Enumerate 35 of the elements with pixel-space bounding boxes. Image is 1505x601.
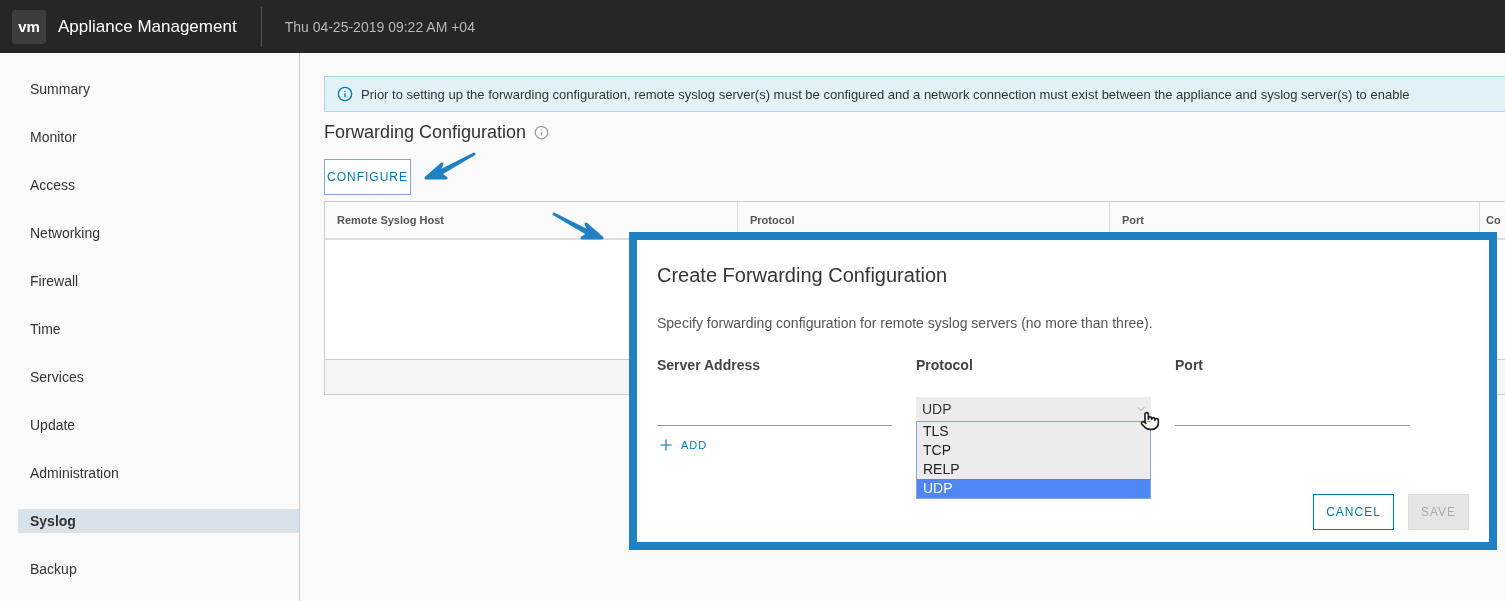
configure-button[interactable]: CONFIGURE (324, 159, 411, 195)
section-title: Forwarding Configuration (324, 122, 527, 143)
dialog-button[interactable]: CANCEL (1313, 494, 1394, 530)
sidebar-item[interactable]: Administration (18, 461, 299, 485)
add-button[interactable]: ADD (657, 436, 708, 454)
alert-text: Prior to setting up the forwarding configuration, remote syslog server(s) must be configured and a network connection must exist between the appliance and syslog server(s) to enable (361, 86, 1410, 102)
plus-icon (657, 436, 675, 454)
dropdown-option[interactable]: RELP (917, 460, 1150, 479)
sidebar-item[interactable]: Backup (18, 557, 299, 581)
sidebar-item[interactable]: Update (18, 413, 299, 437)
sidebar-item[interactable]: Monitor (18, 125, 299, 149)
sidebar-item[interactable]: Syslog (18, 509, 299, 533)
column-header: Co (1486, 214, 1501, 226)
column-header: Port (1122, 214, 1144, 226)
sidebar-item[interactable]: Summary (18, 77, 299, 101)
info-icon (337, 86, 353, 102)
sidebar-item[interactable]: Networking (18, 221, 299, 245)
dialog-description: Specify forwarding configuration for remote syslog servers (no more than three). (657, 315, 1154, 331)
dialog-title: Create Forwarding Configuration (657, 264, 949, 287)
field-label: Server Address (657, 357, 761, 375)
field-label: Protocol (916, 357, 974, 375)
protocol-select[interactable]: UDP (916, 397, 1151, 421)
sidebar-item[interactable]: Access (18, 173, 299, 197)
dropdown-option[interactable]: TCP (917, 441, 1150, 460)
sidebar-item[interactable]: Firewall (18, 269, 299, 293)
app-title: Appliance Management (58, 16, 237, 37)
info-icon (534, 125, 550, 140)
field-label: Port (1175, 357, 1204, 375)
column-header: Remote Syslog Host (337, 214, 444, 226)
column-header: Protocol (750, 214, 795, 226)
hand-cursor-icon (1140, 411, 1160, 431)
logo: vm (12, 9, 46, 44)
sidebar-item[interactable]: Time (18, 317, 299, 341)
sidebar-item[interactable]: Services (18, 365, 299, 389)
date-time: Thu 04-25-2019 09:22 AM +04 (284, 18, 475, 35)
